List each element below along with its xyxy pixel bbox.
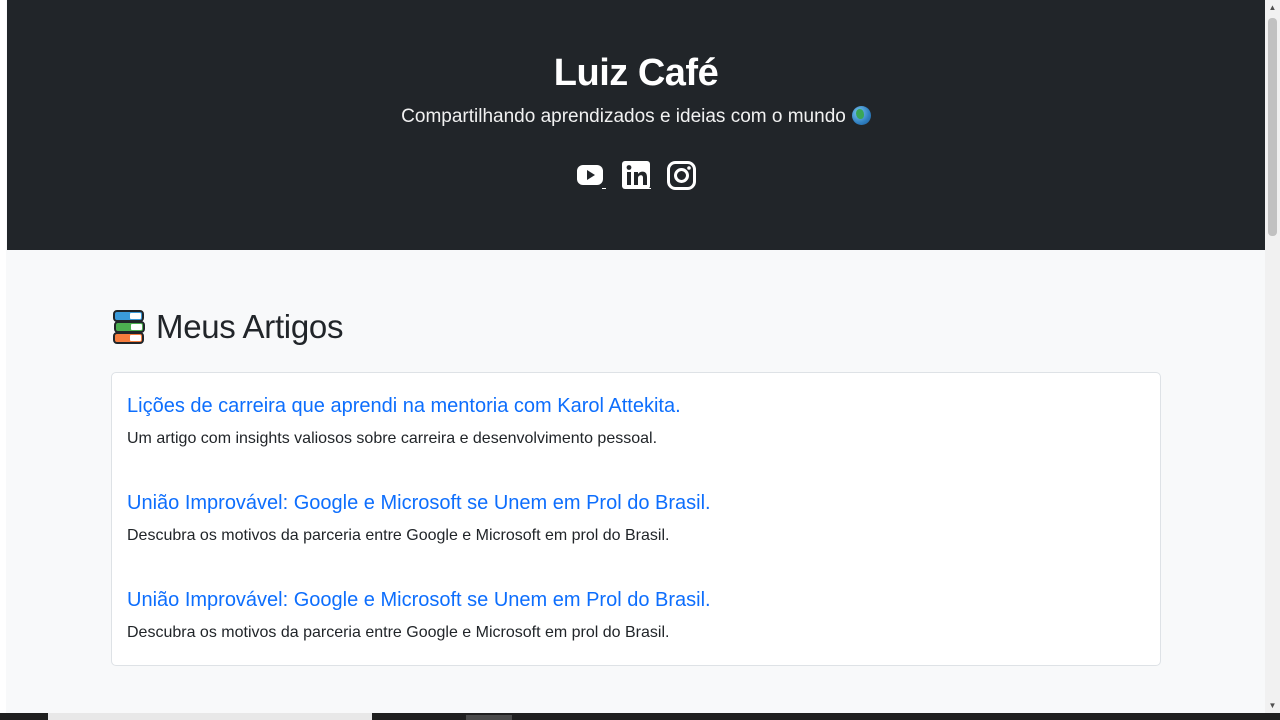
article-link[interactable]: Lições de carreira que aprendi na mentor… [127, 395, 681, 418]
youtube-icon [576, 165, 603, 185]
list-item: Lições de carreira que aprendi na mentor… [127, 395, 681, 448]
link-underline [646, 188, 651, 189]
section-heading: Meus Artigos [112, 308, 343, 346]
link-underline [601, 188, 606, 189]
subtitle-text: Compartilhando aprendizados e ideias com… [401, 106, 846, 127]
scroll-up-arrow-icon[interactable]: ▲ [1265, 0, 1280, 15]
globe-icon [851, 106, 871, 125]
instagram-icon [666, 161, 696, 190]
taskbar-strip [0, 713, 1280, 720]
list-item: União Improvável: Google e Microsoft se … [127, 492, 711, 545]
article-description: Um artigo com insights valiosos sobre ca… [127, 430, 658, 447]
list-item: União Improvável: Google e Microsoft se … [127, 589, 711, 642]
articles-list: Lições de carreira que aprendi na mentor… [111, 372, 1161, 666]
taskbar-item[interactable] [466, 715, 512, 720]
linkedin-link[interactable] [621, 160, 652, 191]
article-description: Descubra os motivos da parceria entre Go… [127, 527, 670, 544]
header: Luiz Café Compartilhando aprendizados e … [7, 0, 1265, 250]
scroll-down-arrow-icon[interactable]: ▼ [1265, 698, 1280, 713]
article-link[interactable]: União Improvável: Google e Microsoft se … [127, 589, 711, 612]
vertical-scrollbar[interactable]: ▲ ▼ [1265, 0, 1280, 713]
scroll-thumb[interactable] [1268, 18, 1277, 236]
linkedin-icon [621, 161, 650, 189]
books-icon [113, 310, 145, 344]
social-links [7, 160, 1265, 191]
taskbar-search[interactable] [48, 713, 372, 720]
page: Luiz Café Compartilhando aprendizados e … [6, 0, 1265, 713]
article-description: Descubra os motivos da parceria entre Go… [127, 624, 670, 641]
site-title: Luiz Café [553, 52, 719, 94]
article-link[interactable]: União Improvável: Google e Microsoft se … [127, 492, 711, 515]
youtube-link[interactable] [576, 160, 607, 191]
site-subtitle: Compartilhando aprendizados e ideias com… [7, 106, 1265, 128]
instagram-link[interactable] [666, 160, 697, 191]
section-title: Meus Artigos [156, 308, 344, 345]
